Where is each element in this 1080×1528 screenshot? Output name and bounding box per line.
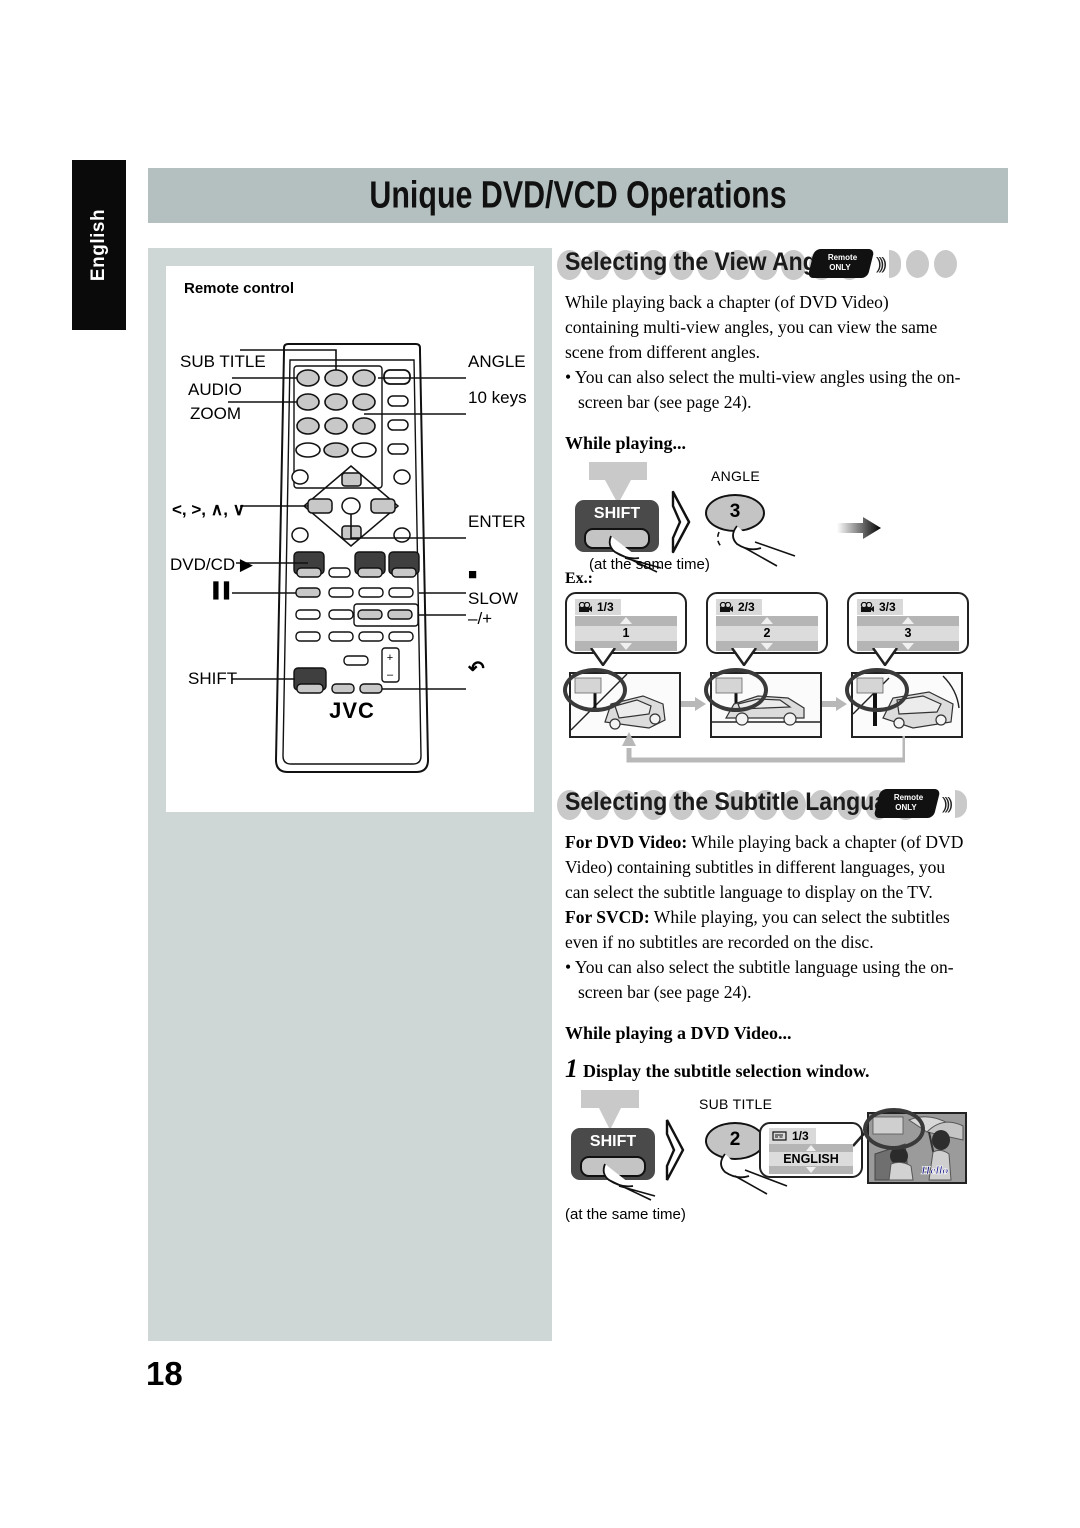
section-heading-subtitle-language: Selecting the Subtitle Language Remote ON…: [557, 788, 967, 822]
remote-only-badge: Remote ONLY: [873, 789, 941, 818]
bubble-decor: [888, 249, 901, 278]
zoom-highlight-ellipse: [563, 668, 627, 712]
osd-angle-1: 1/3 1: [565, 592, 687, 654]
remote-only-badge: Remote ONLY: [807, 249, 875, 278]
manual-page: English Unique DVD/VCD Operations Remote…: [0, 0, 1080, 1528]
callout-slow: SLOW –/+: [468, 589, 519, 628]
view-angle-paragraph: While playing back a chapter (of DVD Vid…: [565, 292, 938, 362]
step-text: Display the subtitle selection window.: [583, 1061, 870, 1081]
osd-up-bar: [575, 616, 677, 626]
view-angle-badges: Remote ONLY ))): [807, 249, 957, 278]
osd-angle-2: 2/3 2: [706, 592, 828, 654]
svg-text:–: –: [387, 669, 394, 681]
osd-angle-value: 1: [575, 626, 677, 641]
osd-subtitle: 1/3 ENGLISH: [759, 1122, 863, 1178]
callout-tail: [871, 648, 899, 666]
angle-key-number: 3: [729, 501, 741, 522]
shift-key-label: SHIFT: [589, 1133, 637, 1150]
callout-dvd-cd-play: DVD/CD ▶: [170, 555, 253, 574]
callout-enter: ENTER: [468, 512, 526, 531]
subtitle-key-figure: SHIFT SUB TITLE 2 (at the same time) 1/3…: [565, 1088, 967, 1238]
view-angle-while-playing: While playing...: [565, 433, 687, 453]
osd-down-bar: [769, 1166, 853, 1174]
page-title: Unique DVD/VCD Operations: [369, 174, 787, 216]
callout-shift: SHIFT: [188, 669, 238, 688]
bubble-decor: [954, 789, 967, 818]
svg-text:JVC: JVC: [329, 698, 375, 723]
subtitle-paragraph-dvd: For DVD Video: While playing back a chap…: [565, 830, 965, 905]
view-angle-heading-text: Selecting the View Angle: [565, 248, 836, 276]
osd-angle-value: 3: [857, 626, 959, 641]
subtitle-icon: [772, 1131, 787, 1141]
zoom-highlight-ellipse: [845, 668, 909, 712]
subtitle-heading-text: Selecting the Subtitle Language: [565, 788, 914, 816]
next-arrow-icon: [822, 697, 847, 711]
callout-10-keys: 10 keys: [468, 388, 527, 407]
osd-angle-counter: 3/3: [879, 600, 896, 614]
osd-subtitle-counter: 1/3: [792, 1129, 809, 1143]
loop-back-arrow-icon: [622, 732, 905, 763]
view-angle-key-figure: SHIFT ANGLE 3 (at the same time): [565, 460, 965, 578]
camera-icon: [860, 601, 874, 612]
sub-title-key-label: SUB TITLE: [699, 1096, 773, 1112]
osd-subtitle-counter-row: 1/3: [769, 1128, 816, 1144]
callout-tail: [589, 648, 617, 666]
subtitle-step-1: 1 Display the subtitle selection window.: [565, 1054, 965, 1084]
zoom-highlight-ellipse: [863, 1108, 925, 1150]
language-tab-label: English: [88, 208, 109, 282]
subtitle-while-playing: While playing a DVD Video...: [565, 1023, 792, 1043]
angle-key-label: ANGLE: [711, 468, 760, 484]
callout-pause: ▐▐: [208, 582, 230, 599]
shift-key-label: SHIFT: [593, 505, 641, 522]
tv-subtitle-text: Hello: [920, 1163, 948, 1177]
osd-angle-counter-row: 3/3: [857, 599, 903, 615]
callout-stop: ■: [468, 566, 478, 583]
osd-up-bar: [769, 1144, 853, 1152]
remote-control-figure: Remote control + – JVC SUB TITLE AUDIO Z…: [166, 266, 534, 812]
subtitle-badges: Remote ONLY ))): [873, 789, 967, 818]
osd-subtitle-value: ENGLISH: [769, 1152, 853, 1166]
angle-example-figure: 1/3 1 2/3 2 3/3 3: [563, 592, 969, 770]
callout-zoom: ZOOM: [190, 404, 241, 423]
for-svcd-label: For SVCD:: [565, 907, 650, 927]
camera-icon: [578, 601, 592, 612]
ir-waves-icon: ))): [876, 253, 887, 273]
callout-tail: [730, 648, 758, 666]
osd-angle-counter: 1/3: [597, 600, 614, 614]
subtitle-bullet: • You can also select the subtitle langu…: [565, 957, 954, 1002]
for-dvd-video-label: For DVD Video:: [565, 832, 688, 852]
osd-angle-3: 3/3 3: [847, 592, 969, 654]
zoom-highlight-ellipse: [704, 668, 768, 712]
view-angle-bullet: • You can also select the multi-view ang…: [565, 367, 961, 412]
language-tab: English: [72, 160, 126, 330]
callout-sub-title: SUB TITLE: [180, 352, 266, 371]
finger-pointer-icon: [602, 1163, 656, 1201]
camera-icon: [719, 601, 733, 612]
ir-waves-icon: ))): [942, 793, 953, 813]
callout-audio: AUDIO: [188, 380, 242, 399]
result-arrow-icon: [837, 517, 881, 539]
subtitle-same-time-note: (at the same time): [565, 1206, 686, 1223]
osd-angle-counter-row: 2/3: [716, 599, 762, 615]
subtitle-paragraph-svcd: For SVCD: While playing, you can select …: [565, 905, 965, 955]
section-heading-view-angle: Selecting the View Angle Remote ONLY ))): [557, 248, 965, 282]
callout-arrow-keys: <, >, ∧, ∨: [172, 500, 246, 519]
svg-text:+: +: [387, 652, 393, 664]
page-number: 18: [146, 1355, 183, 1392]
right-content-column: Selecting the View Angle Remote ONLY ))) …: [557, 248, 969, 1238]
osd-angle-counter: 2/3: [738, 600, 755, 614]
page-title-bar: Unique DVD/VCD Operations: [148, 168, 1008, 223]
sub-title-key-number: 2: [729, 1129, 741, 1150]
view-angle-same-time-note: (at the same time): [589, 556, 710, 573]
callout-angle: ANGLE: [468, 352, 526, 371]
bubble-decor: [933, 249, 957, 278]
bubble-decor: [905, 249, 929, 278]
callout-repeat: ↶: [468, 658, 485, 680]
osd-angle-counter-row: 1/3: [575, 599, 621, 615]
step-number: 1: [565, 1054, 578, 1083]
next-arrow-icon: [681, 697, 706, 711]
finger-pointer-icon: [716, 525, 796, 567]
osd-angle-value: 2: [716, 626, 818, 641]
